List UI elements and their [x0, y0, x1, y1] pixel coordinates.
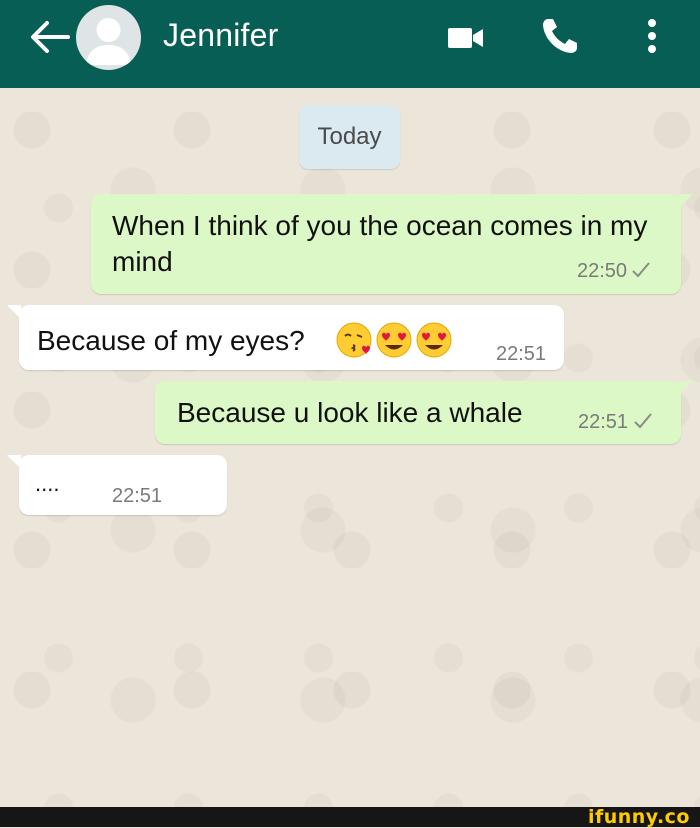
heart-eyes-emoji — [376, 322, 412, 358]
message-text: Because of my eyes? — [37, 325, 305, 356]
sent-check-icon — [632, 262, 650, 278]
message-time: 22:51 — [112, 485, 163, 507]
back-arrow-icon[interactable] — [28, 19, 70, 55]
message-text: Because u look like a whale — [177, 397, 523, 428]
avatar[interactable] — [76, 5, 141, 70]
message-bubble-incoming[interactable]: .... 22:51 — [7, 455, 227, 515]
bubble-tail — [679, 194, 693, 208]
message-text: .... — [35, 471, 60, 496]
contact-name[interactable]: Jennifer — [163, 17, 278, 54]
date-separator: Today — [299, 105, 400, 169]
more-options-icon[interactable] — [641, 16, 663, 56]
avatar-placeholder-icon — [86, 18, 131, 65]
sent-check-icon — [634, 413, 652, 429]
voice-call-icon[interactable] — [539, 15, 581, 57]
bubble-tail — [7, 455, 21, 469]
message-time: 22:51 — [578, 411, 629, 433]
emoji-group — [335, 321, 453, 359]
kissing-face-with-heart-emoji — [336, 322, 372, 358]
watermark-bar: ifunny.co — [0, 807, 700, 827]
message-bubble-outgoing[interactable]: When I think of you the ocean comes in m… — [91, 194, 693, 294]
bubble-tail — [7, 305, 21, 319]
message-time: 22:50 — [577, 260, 628, 282]
message-bubble-incoming[interactable]: Because of my eyes? 22:51 — [7, 305, 564, 370]
heart-eyes-emoji — [416, 322, 452, 358]
video-call-icon[interactable] — [446, 24, 486, 52]
message-time: 22:51 — [496, 343, 547, 365]
watermark-text: ifunny.co — [587, 806, 690, 828]
chat-header: Jennifer — [0, 0, 700, 88]
message-bubble-outgoing[interactable]: Because u look like a whale 22:51 — [155, 381, 693, 444]
bubble-tail — [679, 381, 693, 395]
